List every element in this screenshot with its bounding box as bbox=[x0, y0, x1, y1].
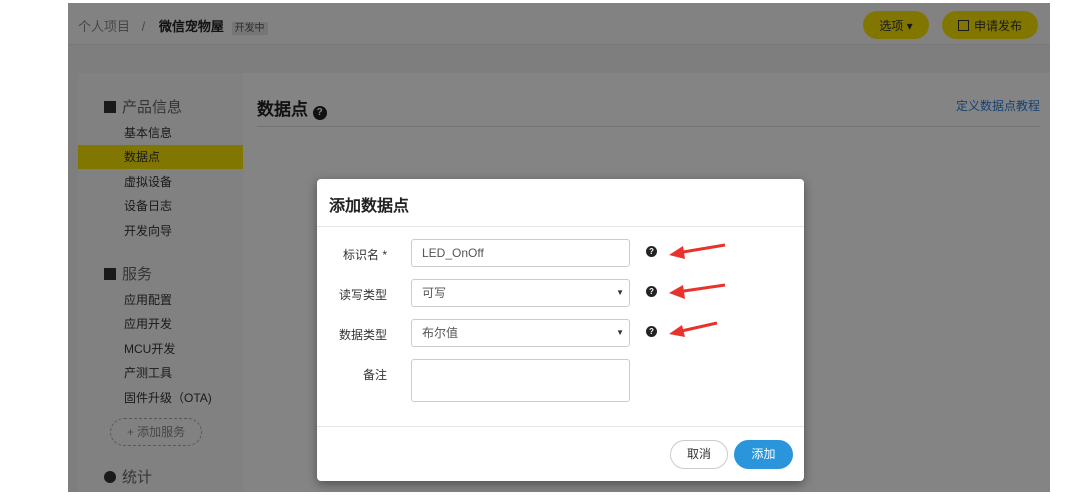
rw-type-value: 可写 bbox=[422, 286, 447, 300]
caret-down-icon: ▼ bbox=[616, 288, 624, 297]
data-type-label: 数据类型 bbox=[338, 328, 387, 342]
dialog-footer-divider bbox=[317, 426, 804, 427]
help-icon[interactable]: ? bbox=[646, 326, 657, 337]
identifier-label: 标识名 * bbox=[342, 248, 387, 262]
remark-textarea[interactable] bbox=[411, 359, 630, 402]
rw-type-label: 读写类型 bbox=[338, 288, 387, 302]
data-type-select[interactable]: 布尔值 ▼ bbox=[411, 319, 630, 347]
red-arrow-annotation bbox=[669, 283, 726, 299]
red-arrow-annotation bbox=[669, 243, 726, 259]
caret-down-icon: ▼ bbox=[616, 328, 624, 337]
add-datapoint-dialog: 添加数据点 标识名 * LED_OnOff ? 读写类型 可写 ▼ ? 数据类型 … bbox=[317, 179, 804, 481]
identifier-input[interactable]: LED_OnOff bbox=[411, 239, 630, 267]
help-icon[interactable]: ? bbox=[646, 286, 657, 297]
add-button[interactable]: 添加 bbox=[734, 440, 793, 469]
remark-label: 备注 bbox=[362, 368, 387, 382]
data-type-value: 布尔值 bbox=[422, 326, 459, 340]
cancel-button[interactable]: 取消 bbox=[670, 440, 728, 469]
help-icon[interactable]: ? bbox=[646, 246, 657, 257]
red-arrow-annotation bbox=[669, 321, 718, 337]
dialog-title: 添加数据点 bbox=[317, 179, 804, 227]
rw-type-select[interactable]: 可写 ▼ bbox=[411, 279, 630, 307]
